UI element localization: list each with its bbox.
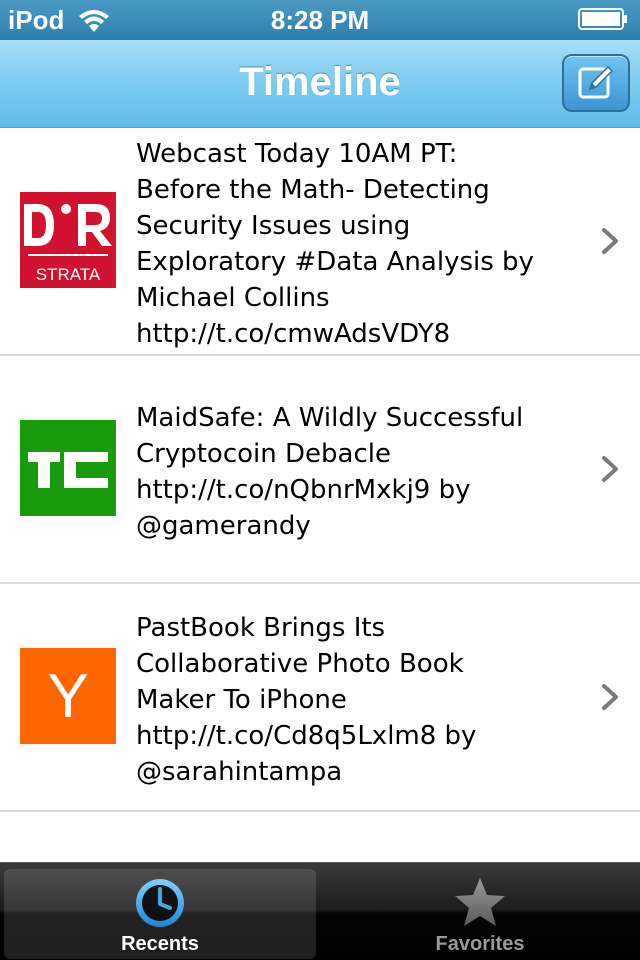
chevron-right-icon	[602, 228, 618, 254]
tab-recents[interactable]: Recents	[4, 869, 316, 959]
navigation-bar: Timeline	[0, 40, 640, 128]
page-title: Timeline	[239, 60, 401, 104]
avatar	[20, 420, 116, 516]
avatar: Y	[20, 648, 116, 744]
tweet-text: Webcast Today 10AM PT: Before the Math- …	[136, 139, 534, 349]
chevron-right-icon	[602, 684, 618, 710]
tab-bar: Recents Favorites	[0, 862, 640, 960]
tweet-text: PastBook Brings Its Collaborative Photo …	[136, 613, 477, 787]
tab-favorites[interactable]: Favorites	[324, 869, 636, 959]
chevron-right-icon	[602, 456, 618, 482]
compose-icon	[578, 65, 614, 99]
clock-icon	[136, 879, 184, 927]
table-row[interactable]: Y PastBook Brings Its Collaborative Phot…	[0, 584, 640, 812]
timeline-table: STRATA Webcast Today 10AM PT: Before the…	[0, 128, 640, 812]
battery-icon	[578, 8, 627, 30]
compose-button[interactable]	[562, 54, 630, 112]
tab-favorites-label: Favorites	[435, 933, 525, 955]
tweet-text: MaidSafe: A Wildly Successful Cryptocoin…	[136, 403, 524, 541]
oreilly-strata-logo: STRATA	[20, 192, 116, 288]
avatar: STRATA	[20, 192, 116, 288]
star-icon	[455, 878, 505, 926]
techcrunch-logo	[20, 420, 116, 516]
strata-text: STRATA	[36, 265, 101, 284]
ycombinator-logo: Y	[47, 661, 89, 731]
status-time: 8:28 PM	[270, 5, 370, 35]
tab-recents-label: Recents	[121, 933, 199, 955]
status-bar: iPod 8:28 PM	[0, 0, 640, 40]
table-row[interactable]: MaidSafe: A Wildly Successful Cryptocoin…	[0, 356, 640, 584]
table-row[interactable]: STRATA Webcast Today 10AM PT: Before the…	[0, 128, 640, 356]
